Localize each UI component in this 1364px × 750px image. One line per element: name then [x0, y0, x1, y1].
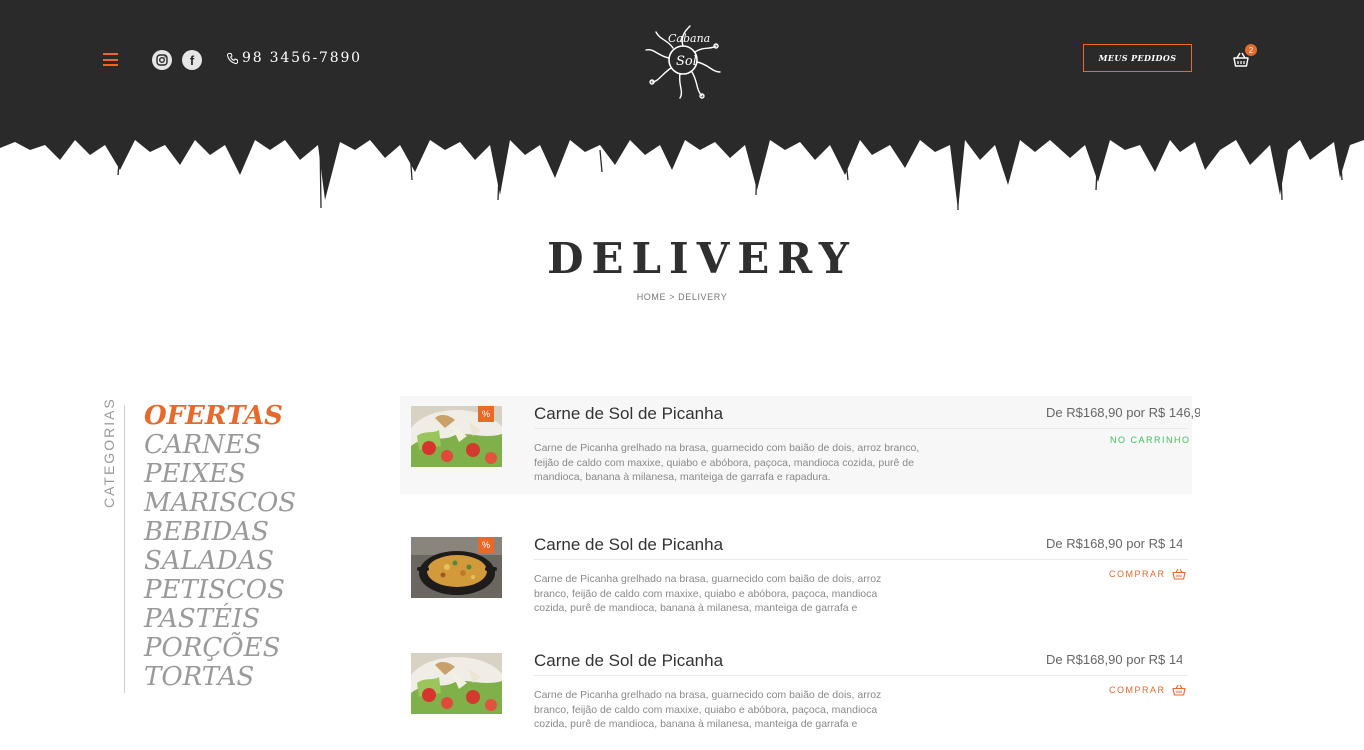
product-name[interactable]: Carne de Sol de Picanha — [534, 535, 723, 555]
phone-text: 98 3456-7890 — [242, 50, 362, 66]
product-price: De R$168,90 por R$ 146,90 — [1046, 405, 1200, 420]
phone-number[interactable]: 98 3456-7890 — [226, 50, 362, 66]
product-card[interactable]: Carne de Sol de Picanha De R$168,90 por … — [400, 643, 1200, 738]
category-carnes[interactable]: CARNES — [144, 431, 296, 460]
product-divider — [534, 428, 1188, 429]
product-description: Carne de Picanha grelhado na brasa, guar… — [534, 689, 882, 730]
basket-icon — [1171, 684, 1186, 696]
category-mariscos[interactable]: MARISCOS — [144, 489, 296, 518]
facebook-icon[interactable]: f — [182, 50, 202, 70]
cart-count-badge: 2 — [1245, 44, 1257, 56]
in-cart-status: NO CARRINHO — [1110, 435, 1191, 445]
buy-button[interactable]: COMPRAR — [1109, 568, 1186, 580]
phone-icon — [226, 52, 238, 64]
product-divider — [534, 559, 1188, 560]
logo-text-top: Cabana — [668, 32, 710, 45]
instagram-icon[interactable] — [152, 50, 172, 70]
product-image-salad[interactable]: % — [411, 406, 502, 467]
discount-badge: % — [478, 406, 494, 422]
breadcrumb[interactable]: HOME > DELIVERY — [0, 292, 1364, 302]
logo-text-bottom: Sol — [676, 54, 697, 69]
product-image-paella[interactable]: % — [411, 537, 502, 598]
cabana-sol-logo[interactable]: Cabana Sol — [640, 18, 726, 102]
my-orders-button[interactable]: MEUS PEDIDOS — [1083, 44, 1192, 72]
product-description: Carne de Picanha grelhado na brasa, guar… — [534, 442, 920, 483]
product-price: De R$168,90 por R$ 146 — [1046, 652, 1182, 667]
product-card[interactable]: % Carne de Sol de Picanha De R$168,90 po… — [400, 527, 1200, 617]
category-petiscos[interactable]: PETISCOS — [144, 576, 296, 605]
page-title: DELIVERY — [547, 234, 857, 283]
categories-divider — [124, 405, 125, 693]
product-divider — [534, 675, 1188, 676]
product-image-salad[interactable] — [411, 653, 502, 714]
category-saladas[interactable]: SALADAS — [144, 547, 296, 576]
category-ofertas[interactable]: OFERTAS — [144, 402, 296, 431]
buy-button[interactable]: COMPRAR — [1109, 684, 1186, 696]
product-description: Carne de Picanha grelhado na brasa, guar… — [534, 573, 882, 614]
category-pasteis[interactable]: PASTÉIS — [144, 605, 296, 634]
category-peixes[interactable]: PEIXES — [144, 460, 296, 489]
category-tortas[interactable]: TORTAS — [144, 663, 296, 692]
category-list: OFERTAS CARNES PEIXES MARISCOS BEBIDAS S… — [144, 402, 296, 692]
category-porcoes[interactable]: PORÇÕES — [144, 634, 296, 663]
buy-label: COMPRAR — [1109, 685, 1166, 695]
discount-badge: % — [478, 537, 494, 553]
product-card[interactable]: % Carne de Sol de Picanha De R$168,90 po… — [400, 396, 1200, 494]
product-name[interactable]: Carne de Sol de Picanha — [534, 651, 723, 671]
product-name[interactable]: Carne de Sol de Picanha — [534, 404, 723, 424]
menu-icon[interactable] — [103, 53, 118, 66]
product-price: De R$168,90 por R$ 146 — [1046, 536, 1182, 551]
category-bebidas[interactable]: BEBIDAS — [144, 518, 296, 547]
buy-label: COMPRAR — [1109, 569, 1166, 579]
basket-icon — [1171, 568, 1186, 580]
site-header: f 98 3456-7890 Cabana Sol MEUS PEDIDOS 2 — [0, 0, 1364, 215]
categories-label: CATEGORIAS — [101, 397, 117, 508]
